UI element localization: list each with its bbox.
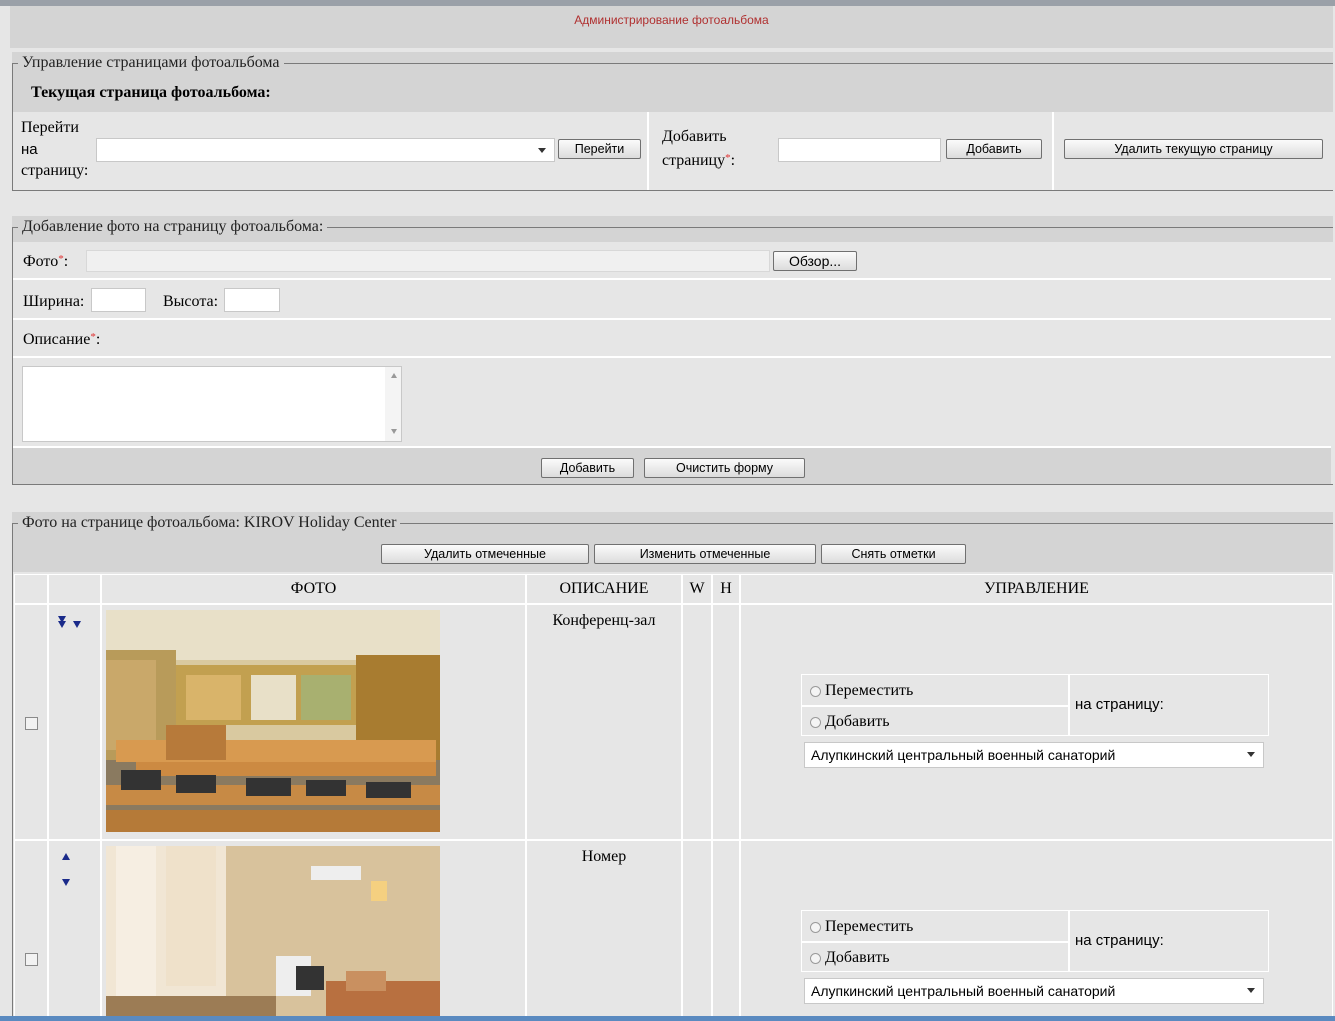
goto-page-select[interactable] xyxy=(96,138,555,162)
move-down-icon[interactable] xyxy=(62,879,70,886)
photo-thumbnail xyxy=(106,846,440,1016)
column-photo: ФОТО xyxy=(101,574,526,604)
column-h: H xyxy=(712,574,740,604)
description-textarea[interactable] xyxy=(22,366,402,442)
edit-checked-button[interactable]: Изменить отмеченные xyxy=(594,544,816,564)
add-radio-option[interactable]: Добавить xyxy=(810,949,890,967)
photos-legend: Фото на странице фотоальбома: KIROV Holi… xyxy=(18,514,401,532)
row-checkbox[interactable] xyxy=(25,717,38,730)
pages-fieldset: Управление страницами фотоальбома Текуща… xyxy=(12,52,1333,192)
goto-label-line1: Перейти xyxy=(21,119,79,136)
move-radio-option[interactable]: Переместить xyxy=(810,682,913,700)
move-up-icon[interactable] xyxy=(62,853,70,860)
current-page-label: Текущая страница фотоальбома: xyxy=(31,84,271,101)
photo-description: Конференц-зал xyxy=(552,612,656,629)
bottom-bar xyxy=(0,1016,1335,1021)
move-to-bottom-icon[interactable] xyxy=(57,616,67,630)
goto-label-line3: страницу: xyxy=(21,162,89,179)
add-page-label-line1: Добавить xyxy=(662,128,727,145)
scroll-down-icon[interactable] xyxy=(391,429,397,434)
photo-file-input[interactable] xyxy=(86,250,770,272)
column-description: ОПИСАНИЕ xyxy=(526,574,682,604)
column-checkbox xyxy=(14,574,48,604)
photo-thumbnail xyxy=(106,610,440,832)
scroll-up-icon[interactable] xyxy=(391,373,397,378)
add-photo-fieldset: Добавление фото на страницу фотоальбома:… xyxy=(12,216,1333,486)
description-label: Описание*: xyxy=(23,331,101,348)
move-radio[interactable] xyxy=(810,685,821,697)
move-radio-option[interactable]: Переместить xyxy=(810,918,913,936)
move-controls: Переместить Добавить на страницу: Алупки… xyxy=(801,674,1269,774)
move-radio[interactable] xyxy=(810,921,821,933)
chevron-down-icon xyxy=(1247,752,1255,757)
goto-button[interactable]: Перейти xyxy=(558,139,641,159)
add-page-button[interactable]: Добавить xyxy=(946,139,1042,159)
pages-legend: Управление страницами фотоальбома xyxy=(18,54,284,72)
move-controls: Переместить Добавить на страницу: Алупки… xyxy=(801,910,1269,1010)
width-input[interactable] xyxy=(91,288,146,312)
chevron-down-icon xyxy=(1247,988,1255,993)
height-label: Высота: xyxy=(163,293,219,310)
delete-current-page-button[interactable]: Удалить текущую страницу xyxy=(1064,139,1323,159)
page-header: Администрирование фотоальбома xyxy=(10,6,1333,48)
to-page-label: на страницу: xyxy=(1075,696,1164,713)
move-down-icon[interactable] xyxy=(73,621,81,628)
add-page-input[interactable] xyxy=(778,138,941,162)
column-control: УПРАВЛЕНИЕ xyxy=(740,574,1333,604)
photos-fieldset: Фото на странице фотоальбома: KIROV Holi… xyxy=(12,512,1333,1021)
add-radio-option[interactable]: Добавить xyxy=(810,713,890,731)
column-order xyxy=(48,574,101,604)
clear-form-button[interactable]: Очистить форму xyxy=(644,458,805,478)
photo-label: Фото*: xyxy=(23,253,69,270)
add-radio[interactable] xyxy=(810,952,821,964)
to-page-label: на страницу: xyxy=(1075,932,1164,949)
photo-description: Номер xyxy=(581,848,627,865)
add-radio[interactable] xyxy=(810,716,821,728)
add-photo-button[interactable]: Добавить xyxy=(541,458,634,478)
column-w: W xyxy=(682,574,712,604)
target-page-select[interactable]: Алупкинский центральный военный санатори… xyxy=(804,978,1264,1004)
height-input[interactable] xyxy=(224,288,280,312)
goto-label-line2: на xyxy=(21,141,38,158)
uncheck-all-button[interactable]: Снять отметки xyxy=(821,544,966,564)
page-title: Администрирование фотоальбома xyxy=(574,13,769,27)
target-page-select[interactable]: Алупкинский центральный военный санатори… xyxy=(804,742,1264,768)
browse-button[interactable]: Обзор... xyxy=(773,251,857,271)
add-page-label-line2: страницу*: xyxy=(662,152,736,169)
delete-checked-button[interactable]: Удалить отмеченные xyxy=(381,544,589,564)
add-photo-legend: Добавление фото на страницу фотоальбома: xyxy=(18,218,328,236)
chevron-down-icon xyxy=(538,148,546,153)
width-label: Ширина: xyxy=(23,293,85,310)
row-checkbox[interactable] xyxy=(25,953,38,966)
